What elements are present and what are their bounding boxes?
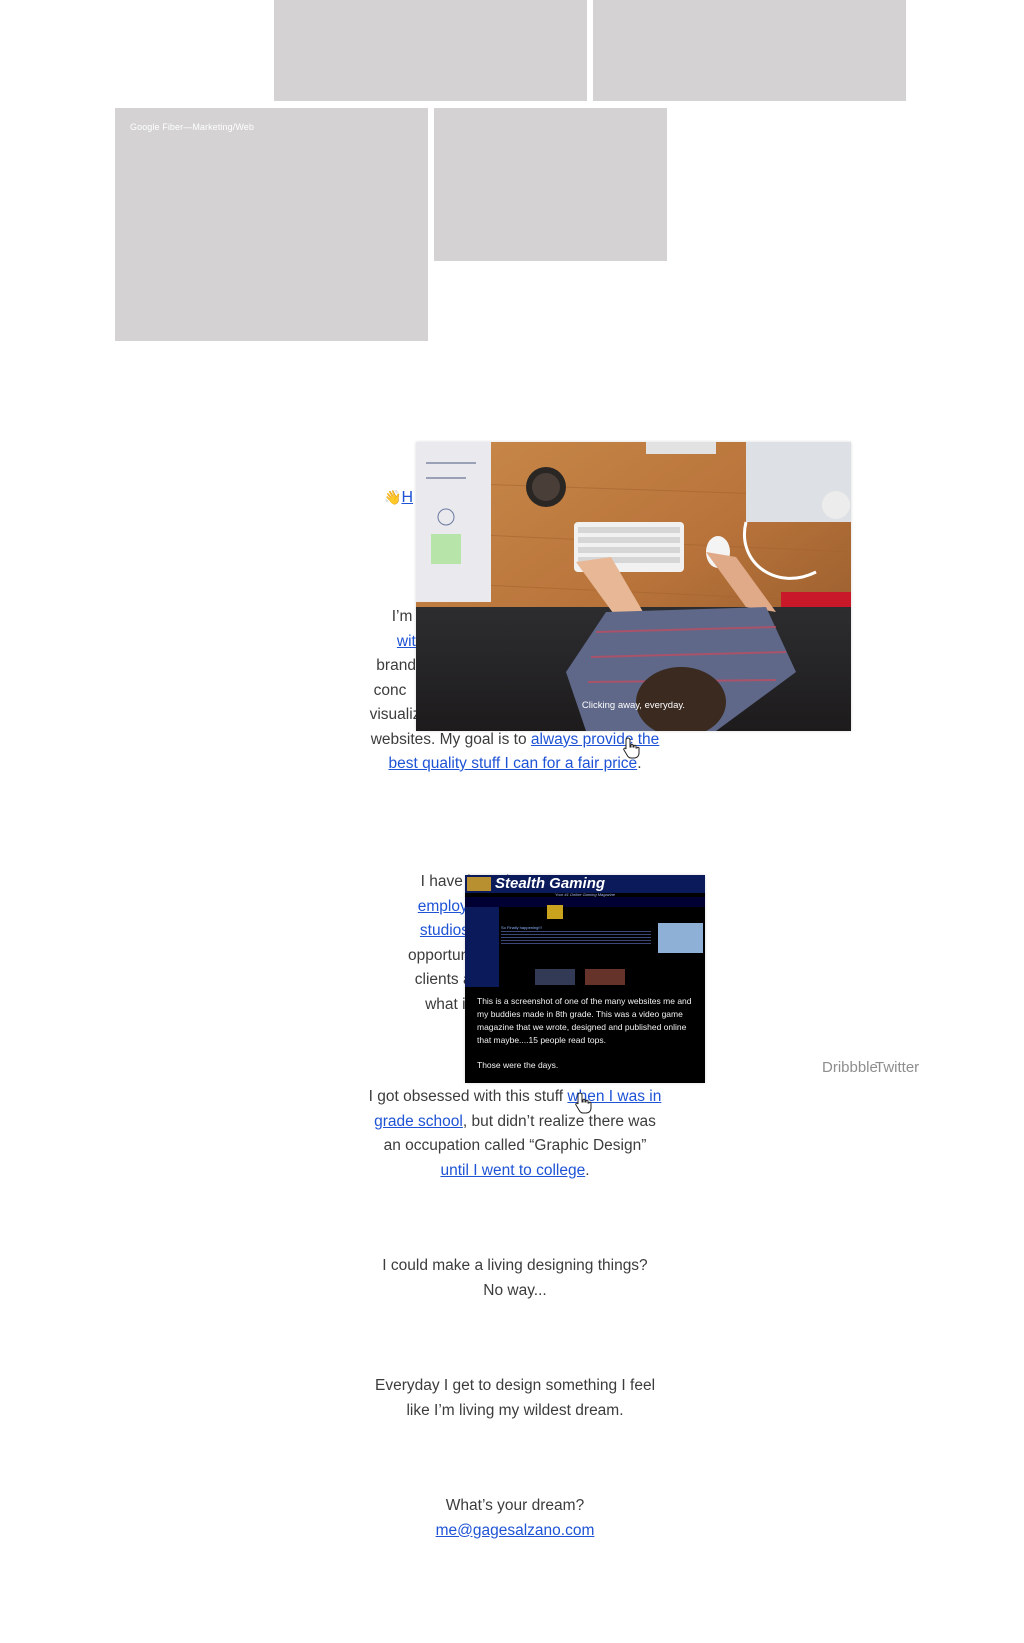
contact-section: What’s your dream? me@gagesalzano.com <box>340 1494 690 1543</box>
dribbble-link[interactable]: Dribbble <box>822 1059 878 1076</box>
stealth-nav <box>465 897 705 907</box>
school-paragraph: I got obsessed with this stuff when I wa… <box>368 1088 662 1179</box>
grade-school-link[interactable]: grade school <box>374 1113 463 1130</box>
greeting-link[interactable]: H <box>401 489 413 506</box>
stealth-header: Stealth Gaming <box>465 875 705 893</box>
email-link[interactable]: me@gagesalzano.com <box>436 1522 595 1539</box>
stealth-caption-box: This is a screenshot of one of the many … <box>465 987 705 1083</box>
stealth-headline: So Finally happening!!! <box>501 925 542 930</box>
hand-pointer-icon <box>575 1092 592 1114</box>
stealth-sidebar <box>465 907 499 987</box>
college-link[interactable]: until I went to college <box>440 1162 585 1179</box>
intro-text: websites. My goal is to <box>370 730 531 748</box>
stealth-thumb <box>658 923 703 953</box>
portfolio-tile-google-fiber[interactable]: Google Fiber—Marketing/Web <box>115 108 428 341</box>
stealth-caption-2: Those were the days. <box>477 1060 559 1070</box>
portfolio-tile[interactable] <box>274 0 587 101</box>
twitter-link[interactable]: Twitter <box>875 1059 919 1076</box>
stealth-row <box>535 969 575 985</box>
stealth-article-lines <box>501 931 651 945</box>
quality-link[interactable]: always provide the <box>531 731 659 748</box>
stealth-gaming-popup: Stealth Gaming Your #1 Online Gaming Mag… <box>465 875 705 1083</box>
living-paragraph: I could make a living designing things? … <box>382 1257 648 1299</box>
desk-photo <box>416 442 851 731</box>
stealth-banner <box>547 905 563 919</box>
stealth-row <box>585 969 625 985</box>
desk-photo-popup: Clicking away, everyday. <box>416 442 851 731</box>
greeting: 👋H <box>384 486 413 509</box>
quality-link[interactable]: best quality stuff I can for a fair pric… <box>388 755 637 772</box>
waving-hand-icon: 👋 <box>384 489 402 505</box>
tile-caption: Google Fiber—Marketing/Web <box>130 122 254 132</box>
desk-photo-caption: Clicking away, everyday. <box>581 700 686 711</box>
hand-pointer-icon <box>623 737 640 759</box>
stealth-caption: This is a screenshot of one of the many … <box>477 996 692 1045</box>
stealth-logo-icon <box>467 877 491 891</box>
stealth-site-title: Stealth Gaming <box>495 875 606 892</box>
contact-question: What’s your dream? <box>445 1497 585 1514</box>
portfolio-tile[interactable] <box>593 0 906 101</box>
dream-paragraph: Everyday I get to design something I fee… <box>374 1377 656 1419</box>
portfolio-tile[interactable] <box>434 108 667 261</box>
